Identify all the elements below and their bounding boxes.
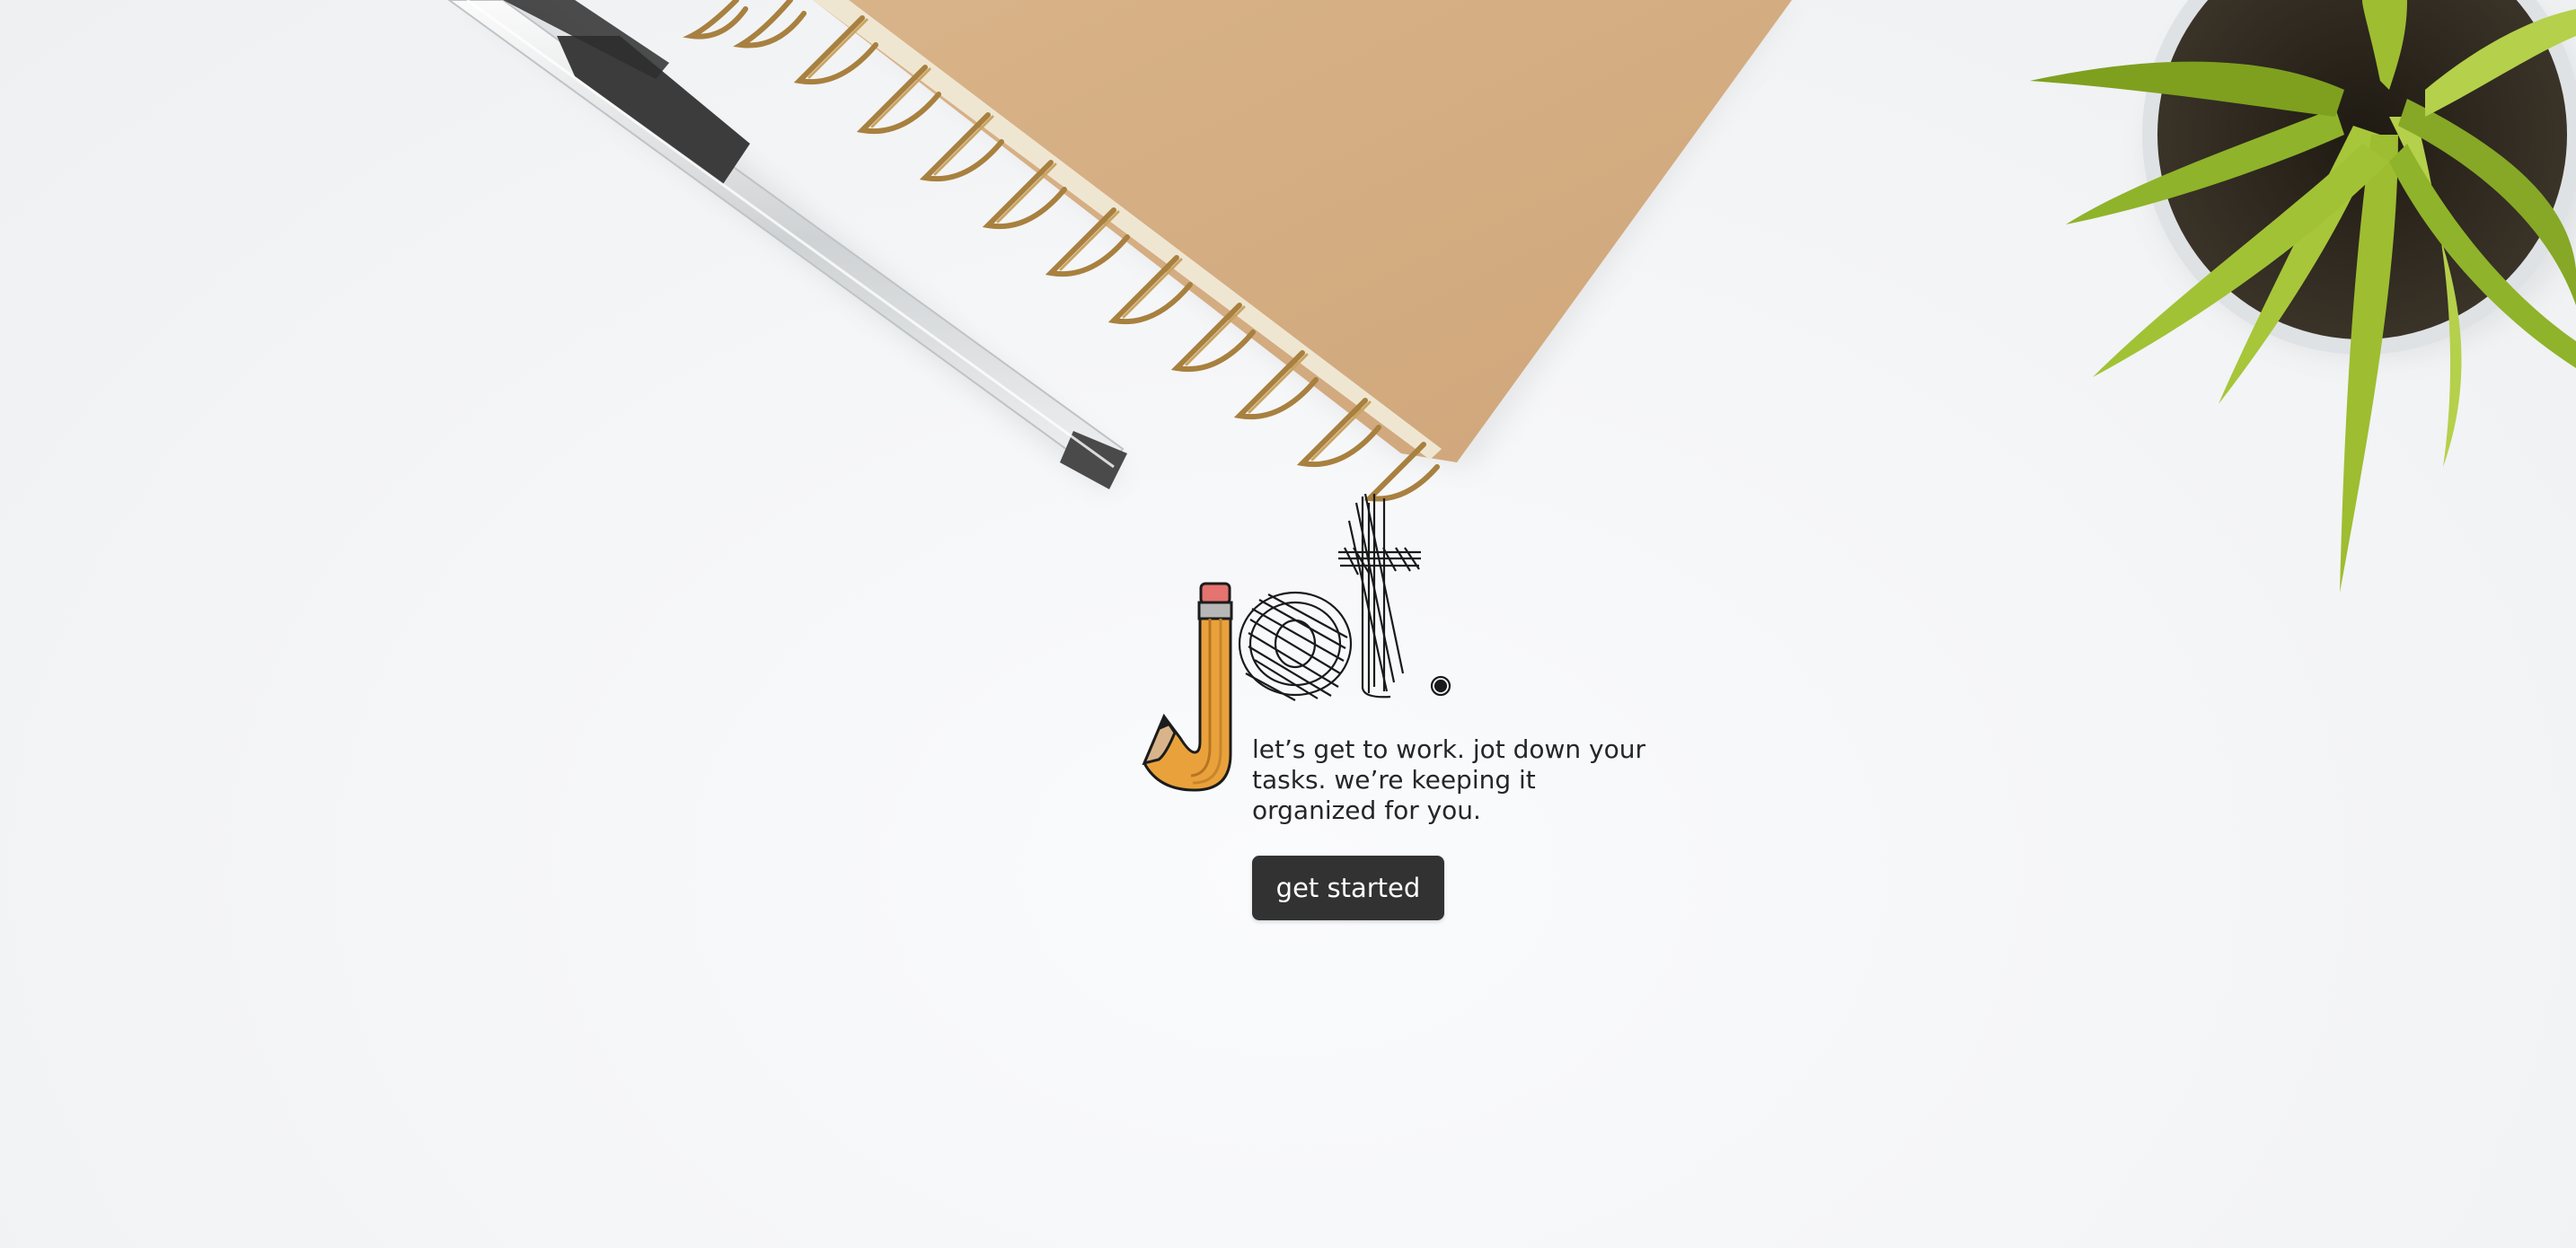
notebook-image (683, 0, 1792, 502)
get-started-button[interactable]: get started (1252, 856, 1444, 920)
tagline-text: let’s get to work. jot down your tasks. … (1252, 734, 1646, 825)
landing-page: let’s get to work. jot down your tasks. … (0, 0, 2576, 1248)
potted-plant-image (2030, 0, 2576, 593)
scribble-ot-letters (1238, 494, 1451, 701)
hero-section: let’s get to work. jot down your tasks. … (1134, 494, 1672, 925)
pencil-j-icon (1142, 582, 1233, 792)
